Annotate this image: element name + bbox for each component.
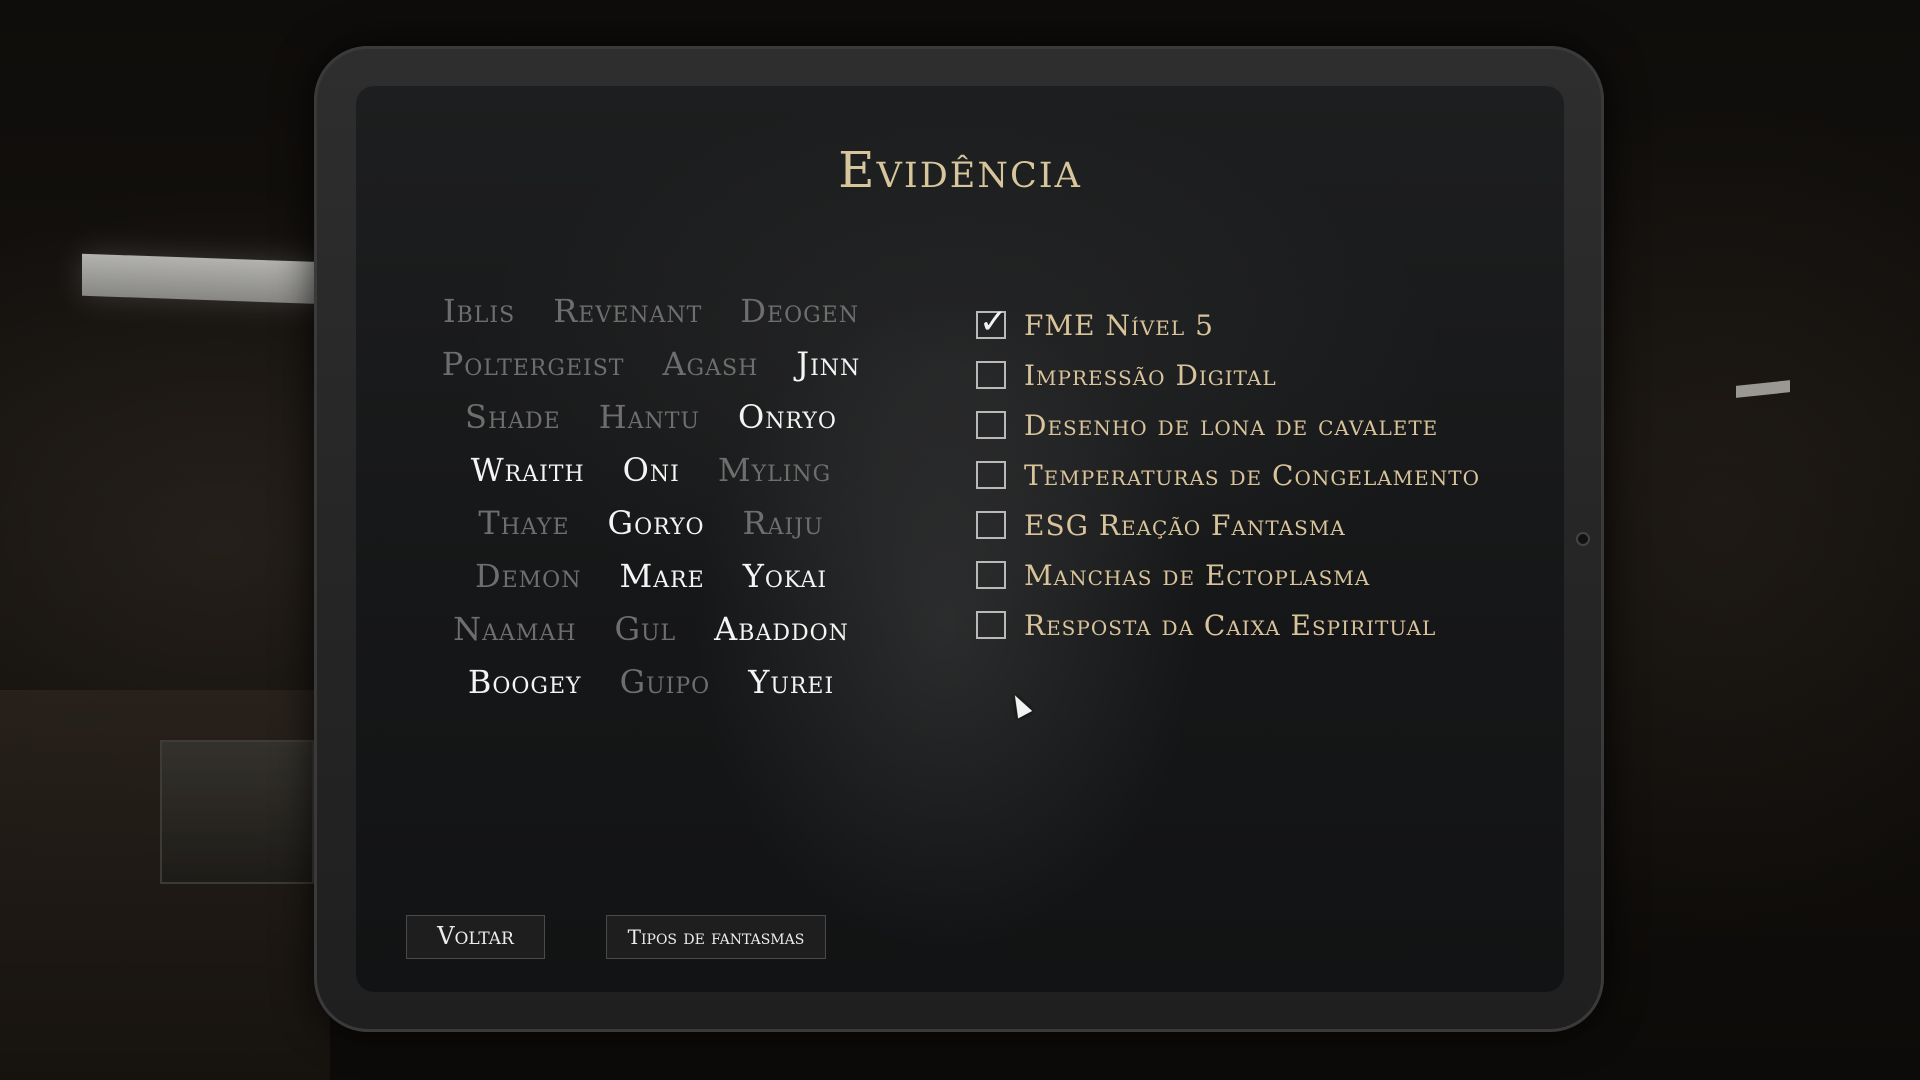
ghost-name[interactable]: Myling — [718, 451, 831, 489]
ghost-name[interactable]: Agash — [662, 345, 758, 383]
ghost-name[interactable]: Gul — [614, 610, 676, 648]
journal-screen: Evidência Iblis Revenant Deogen Polterge… — [356, 86, 1564, 992]
ghost-row: Naamah Gul Abaddon — [426, 602, 876, 655]
ghost-name[interactable]: Demon — [475, 557, 582, 595]
ghost-name[interactable]: Goryo — [608, 504, 705, 542]
ceiling-lamp — [82, 253, 327, 305]
evidence-label: ESG Reação Fantasma — [1024, 508, 1346, 542]
radio-equipment — [160, 740, 314, 884]
evidence-checkbox[interactable] — [976, 511, 1006, 539]
ghost-row: Wraith Oni Myling — [426, 443, 876, 496]
evidence-list: ✓ FME Nível 5 Impressão Digital Desenho … — [976, 300, 1536, 650]
evidence-checkbox[interactable]: ✓ — [976, 305, 1008, 339]
wall-light — [1736, 380, 1790, 398]
ghost-name[interactable]: Revenant — [553, 292, 702, 330]
ghost-name[interactable]: Guipo — [620, 663, 711, 701]
evidence-label: Manchas de Ectoplasma — [1024, 558, 1371, 592]
evidence-checkbox[interactable] — [976, 411, 1006, 439]
ghost-name[interactable]: Raiju — [743, 504, 824, 542]
evidence-item-emf[interactable]: ✓ FME Nível 5 — [976, 300, 1536, 350]
ghost-name[interactable]: Iblis — [443, 292, 515, 330]
evidence-checkbox[interactable] — [976, 561, 1006, 589]
evidence-label: Desenho de lona de cavalete — [1024, 408, 1439, 442]
evidence-checkbox[interactable] — [976, 611, 1006, 639]
ghost-name[interactable]: Naamah — [453, 610, 576, 648]
ghost-name[interactable]: Yurei — [748, 663, 834, 701]
evidence-item-ghost-writing[interactable]: Desenho de lona de cavalete — [976, 400, 1536, 450]
evidence-label: Temperaturas de Congelamento — [1024, 458, 1480, 492]
ghost-types-button[interactable]: Tipos de fantasmas — [606, 915, 826, 959]
ghost-name[interactable]: Oni — [623, 451, 680, 489]
ghost-name[interactable]: Deogen — [740, 292, 859, 330]
evidence-label: Resposta da Caixa Espiritual — [1024, 608, 1437, 642]
ghost-name[interactable]: Abaddon — [714, 610, 849, 648]
tablet-camera — [1576, 532, 1590, 546]
evidence-item-ghost-orb[interactable]: Manchas de Ectoplasma — [976, 550, 1536, 600]
ghost-row: Shade Hantu Onryo — [426, 390, 876, 443]
evidence-item-freezing-temps[interactable]: Temperaturas de Congelamento — [976, 450, 1536, 500]
ghost-name[interactable]: Yokai — [743, 557, 827, 595]
ghost-row: Boogey Guipo Yurei — [426, 655, 876, 708]
evidence-label: FME Nível 5 — [1024, 308, 1214, 342]
ghost-row: Thaye Goryo Raiju — [426, 496, 876, 549]
evidence-checkbox[interactable] — [976, 361, 1006, 389]
ghost-name[interactable]: Hantu — [599, 398, 700, 436]
ghost-name[interactable]: Mare — [619, 557, 704, 595]
evidence-item-dots[interactable]: ESG Reação Fantasma — [976, 500, 1536, 550]
evidence-label: Impressão Digital — [1024, 358, 1277, 392]
ghost-name[interactable]: Wraith — [471, 451, 585, 489]
evidence-checkbox[interactable] — [976, 461, 1006, 489]
page-title: Evidência — [838, 141, 1082, 199]
ghost-list: Iblis Revenant Deogen Poltergeist Agash … — [426, 284, 876, 708]
ghost-name[interactable]: Poltergeist — [442, 345, 625, 383]
check-icon: ✓ — [979, 302, 1008, 342]
ghost-row: Demon Mare Yokai — [426, 549, 876, 602]
ghost-row: Iblis Revenant Deogen — [426, 284, 876, 337]
ghost-name[interactable]: Boogey — [468, 663, 582, 701]
evidence-item-fingerprints[interactable]: Impressão Digital — [976, 350, 1536, 400]
ghost-row: Poltergeist Agash Jinn — [426, 337, 876, 390]
ghost-name[interactable]: Thaye — [478, 504, 569, 542]
evidence-item-spirit-box[interactable]: Resposta da Caixa Espiritual — [976, 600, 1536, 650]
ghost-name[interactable]: Jinn — [796, 345, 860, 383]
ghost-name[interactable]: Onryo — [738, 398, 837, 436]
back-button[interactable]: Voltar — [406, 915, 545, 959]
ghost-name[interactable]: Shade — [465, 398, 561, 436]
